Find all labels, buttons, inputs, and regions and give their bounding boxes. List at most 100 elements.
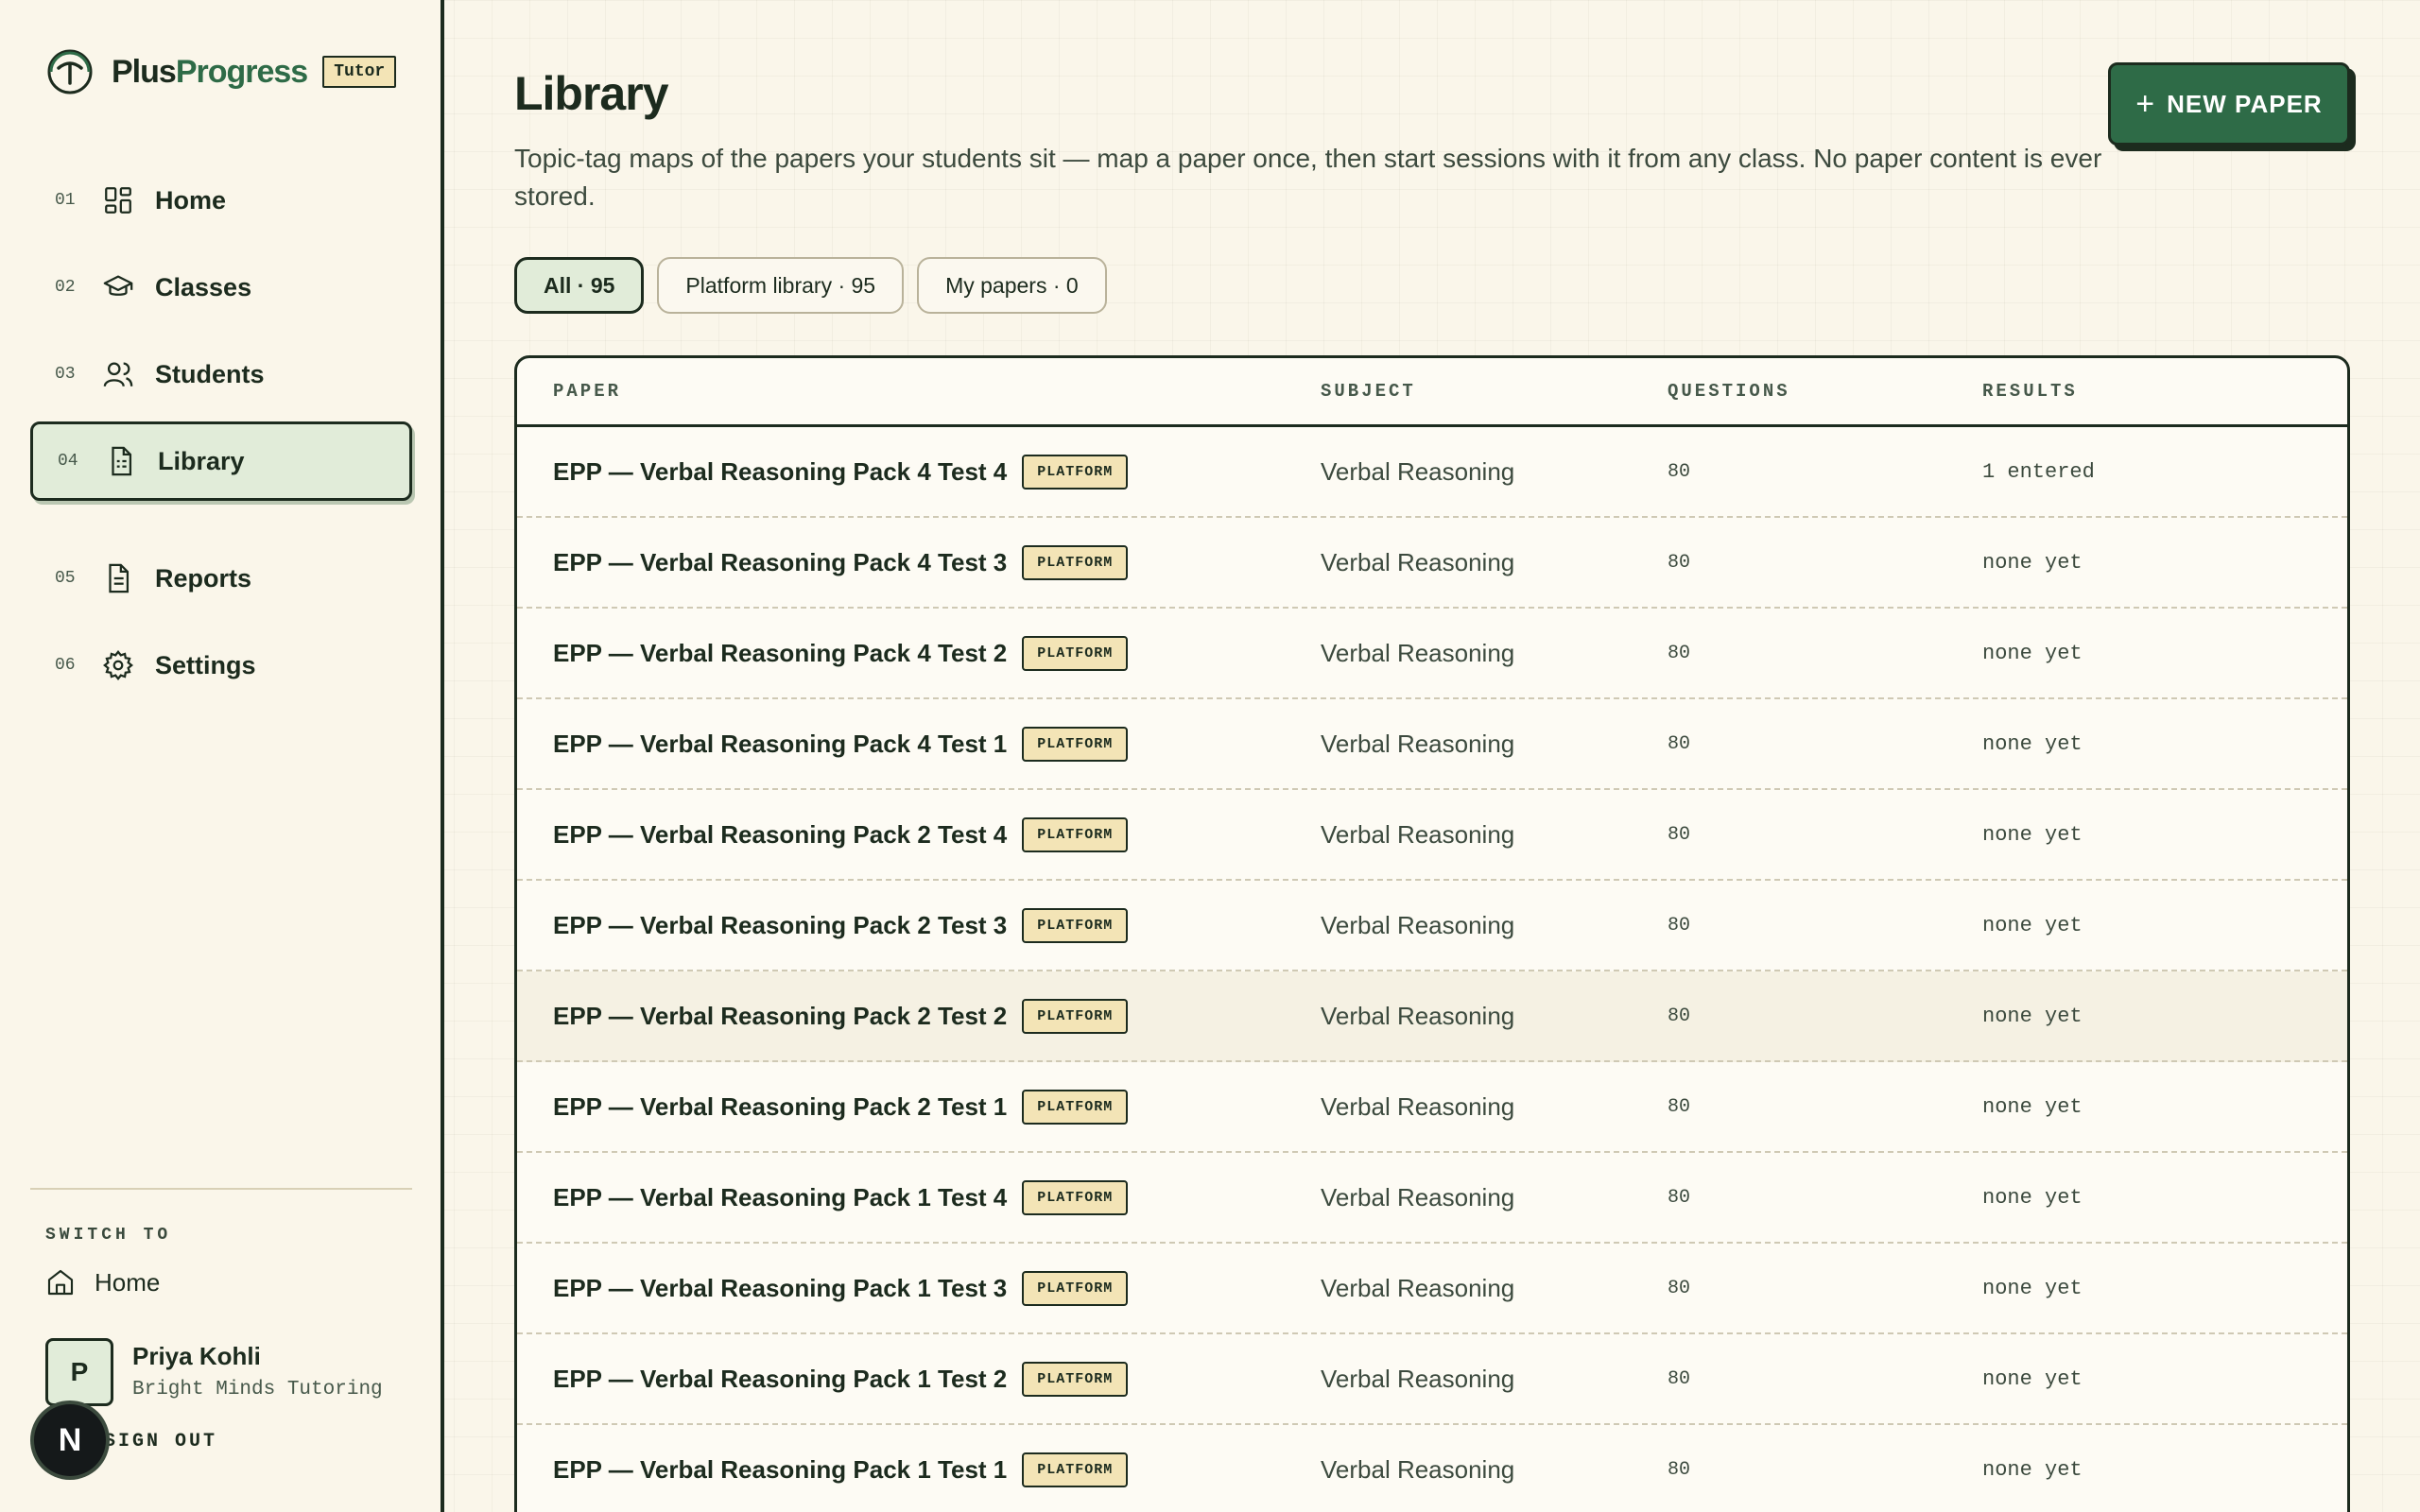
table-row[interactable]: EPP — Verbal Reasoning Pack 4 Test 3 PLAT… (517, 518, 2347, 609)
user-info: Priya Kohli Bright Minds Tutoring (132, 1342, 383, 1400)
platform-badge: PLATFORM (1022, 635, 1129, 671)
paper-subject: Verbal Reasoning (1321, 1182, 1515, 1211)
table-row[interactable]: EPP — Verbal Reasoning Pack 1 Test 3 PLAT… (517, 1244, 2347, 1334)
platform-badge: PLATFORM (1022, 544, 1129, 580)
user-profile[interactable]: P Priya Kohli Bright Minds Tutoring (45, 1338, 383, 1406)
paper-subject: Verbal Reasoning (1321, 729, 1515, 758)
paper-questions: 80 (1668, 551, 1691, 574)
sidebar-item-classes[interactable]: 02 Classes (30, 248, 412, 327)
paper-questions: 80 (1668, 1367, 1691, 1390)
paper-subject: Verbal Reasoning (1321, 1001, 1515, 1030)
page-description: Topic-tag maps of the papers your studen… (514, 144, 2102, 211)
paper-subject: Verbal Reasoning (1321, 910, 1515, 939)
column-header-paper[interactable]: PAPER (517, 381, 1321, 402)
paper-questions: 80 (1668, 1095, 1691, 1118)
paper-results: none yet (1982, 1094, 2083, 1119)
table-row[interactable]: EPP — Verbal Reasoning Pack 1 Test 1 PLAT… (517, 1425, 2347, 1512)
document-icon (112, 446, 132, 476)
paper-questions: 80 (1668, 1458, 1691, 1481)
sidebar-item-reports[interactable]: 05 Reports (30, 539, 412, 618)
platform-badge: PLATFORM (1022, 816, 1129, 852)
nav-number: 03 (55, 365, 76, 384)
table-row[interactable]: EPP — Verbal Reasoning Pack 4 Test 1 PLAT… (517, 699, 2347, 790)
table-row[interactable]: EPP — Verbal Reasoning Pack 1 Test 2 PLAT… (517, 1334, 2347, 1425)
platform-badge: PLATFORM (1022, 726, 1129, 762)
switch-to-home-label: Home (95, 1267, 161, 1297)
sidebar-item-label: Settings (155, 650, 256, 679)
table-row[interactable]: EPP — Verbal Reasoning Pack 2 Test 3 PLAT… (517, 881, 2347, 971)
platform-badge: PLATFORM (1022, 1089, 1129, 1125)
platform-badge: PLATFORM (1022, 1361, 1129, 1397)
plus-icon: + (2135, 85, 2156, 122)
user-org: Bright Minds Tutoring (132, 1379, 383, 1400)
switch-to-section: SWITCH TO Home (30, 1188, 412, 1297)
paper-questions: 80 (1668, 732, 1691, 755)
sidebar-item-label: Classes (155, 272, 252, 301)
paper-results: none yet (1982, 550, 2083, 575)
paper-subject: Verbal Reasoning (1321, 547, 1515, 576)
user-name: Priya Kohli (132, 1342, 261, 1370)
brand-name-part2: Progress (175, 53, 308, 90)
papers-table: PAPER SUBJECT QUESTIONS RESULTS EPP — Ve… (514, 355, 2350, 1512)
table-row[interactable]: EPP — Verbal Reasoning Pack 4 Test 2 PLAT… (517, 609, 2347, 699)
table-row[interactable]: EPP — Verbal Reasoning Pack 2 Test 2 PLAT… (517, 971, 2347, 1062)
platform-badge: PLATFORM (1022, 1270, 1129, 1306)
paper-subject: Verbal Reasoning (1321, 638, 1515, 667)
paper-results: none yet (1982, 641, 2083, 665)
column-header-questions[interactable]: QUESTIONS (1668, 381, 1982, 402)
paper-questions: 80 (1668, 460, 1691, 483)
paper-subject: Verbal Reasoning (1321, 1364, 1515, 1393)
gear-icon (103, 650, 133, 680)
paper-results: none yet (1982, 1366, 2083, 1391)
paper-title: EPP — Verbal Reasoning Pack 4 Test 4 (553, 456, 1008, 486)
users-icon (103, 362, 133, 387)
platform-badge: PLATFORM (1022, 454, 1129, 490)
house-icon (47, 1269, 74, 1296)
filter-chip-platform-library[interactable]: Platform library · 95 (657, 257, 905, 314)
sidebar-nav: 01 Home 02 Classes 03 Students 04 Librar… (30, 161, 412, 705)
nav-number: 06 (55, 656, 76, 675)
table-body: EPP — Verbal Reasoning Pack 4 Test 4 PLAT… (517, 427, 2347, 1512)
sidebar-item-library[interactable]: 04 Library (30, 421, 412, 501)
paper-title: EPP — Verbal Reasoning Pack 1 Test 2 (553, 1364, 1008, 1393)
platform-badge: PLATFORM (1022, 907, 1129, 943)
table-row[interactable]: EPP — Verbal Reasoning Pack 1 Test 4 PLAT… (517, 1153, 2347, 1244)
filter-chip-all[interactable]: All · 95 (514, 257, 645, 314)
paper-title: EPP — Verbal Reasoning Pack 1 Test 4 (553, 1182, 1008, 1211)
report-icon (109, 563, 130, 593)
paper-results: 1 entered (1982, 459, 2095, 484)
sign-out-button[interactable]: SIGN OUT (104, 1431, 217, 1452)
paper-questions: 80 (1668, 642, 1691, 664)
paper-results: none yet (1982, 731, 2083, 756)
filter-chips: All · 95 Platform library · 95 My papers… (514, 257, 1120, 314)
paper-title: EPP — Verbal Reasoning Pack 4 Test 2 (553, 638, 1008, 667)
table-header: PAPER SUBJECT QUESTIONS RESULTS (517, 358, 2347, 427)
sidebar-item-label: Library (158, 446, 245, 475)
platform-badge: PLATFORM (1022, 998, 1129, 1034)
sidebar-item-label: Students (155, 359, 265, 388)
nav-number: 01 (55, 191, 76, 210)
switch-to-home-link[interactable]: Home (45, 1267, 160, 1297)
nav-number: 02 (55, 278, 76, 297)
filter-chip-my-papers[interactable]: My papers · 0 (917, 257, 1107, 314)
new-paper-button[interactable]: + NEW PAPER (2108, 62, 2350, 146)
n-badge-icon[interactable]: N (34, 1404, 106, 1476)
role-badge: Tutor (322, 56, 397, 88)
table-row[interactable]: EPP — Verbal Reasoning Pack 4 Test 4 PLAT… (517, 427, 2347, 518)
column-header-results[interactable]: RESULTS (1982, 381, 2347, 402)
sidebar-item-settings[interactable]: 06 Settings (30, 626, 412, 705)
platform-badge: PLATFORM (1022, 1452, 1129, 1487)
paper-results: none yet (1982, 1457, 2083, 1482)
paper-title: EPP — Verbal Reasoning Pack 4 Test 3 (553, 547, 1008, 576)
nav-number: 05 (55, 569, 76, 588)
sidebar-item-students[interactable]: 03 Students (30, 335, 412, 414)
table-row[interactable]: EPP — Verbal Reasoning Pack 2 Test 1 PLAT… (517, 1062, 2347, 1153)
table-row[interactable]: EPP — Verbal Reasoning Pack 2 Test 4 PLAT… (517, 790, 2347, 881)
column-header-subject[interactable]: SUBJECT (1321, 381, 1668, 402)
paper-title: EPP — Verbal Reasoning Pack 1 Test 3 (553, 1273, 1008, 1302)
paper-questions: 80 (1668, 1005, 1691, 1027)
brand-logo[interactable]: PlusProgress Tutor (45, 47, 397, 96)
brand-name-part1: Plus (112, 53, 177, 90)
sidebar-item-home[interactable]: 01 Home (30, 161, 412, 240)
paper-results: none yet (1982, 913, 2083, 937)
